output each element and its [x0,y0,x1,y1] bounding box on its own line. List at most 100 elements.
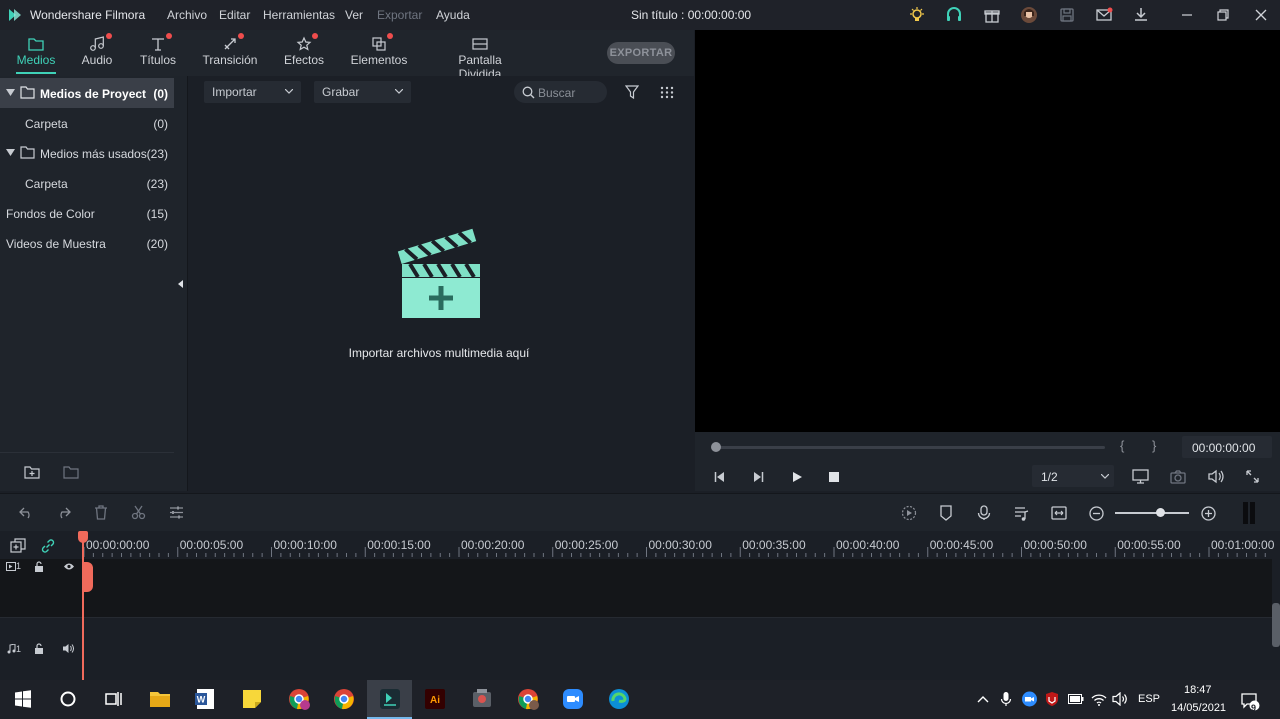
tab-transicion[interactable]: Transición [200,30,260,76]
clock-time[interactable]: 18:47 [1184,684,1212,696]
tab-titulos[interactable]: Títulos [137,30,179,76]
preview-scrubber[interactable] [712,446,1105,449]
clapperboard-add-icon[interactable] [396,228,484,320]
windows-start-icon[interactable] [11,687,35,711]
language-indicator[interactable]: ESP [1138,693,1160,705]
menu-ayuda[interactable]: Ayuda [436,8,470,22]
delete-icon[interactable] [94,505,108,520]
library-item-sample-videos[interactable]: Videos de Muestra (20) [0,228,174,258]
speaker-icon[interactable] [62,643,74,654]
fullscreen-icon[interactable] [1246,470,1259,483]
tab-efectos[interactable]: Efectos [280,30,328,76]
tab-medios[interactable]: Medios [11,30,61,76]
zoom-slider-handle[interactable] [1156,508,1165,517]
marker-icon[interactable] [939,505,953,521]
search-input[interactable]: Buscar [514,81,607,103]
avatar-icon[interactable] [1020,6,1038,24]
zoom-in-icon[interactable] [1201,506,1216,521]
video-track[interactable]: 1 [0,559,1272,617]
new-folder-icon[interactable] [24,465,40,479]
microphone-icon[interactable] [977,505,991,521]
minimize-icon[interactable] [1178,6,1196,24]
chrome-profile-icon[interactable] [287,687,311,711]
timeline-ruler[interactable]: 00:00:00:00 00:00:05:00 00:00:10:00 00:00:1… [0,531,1280,559]
menu-archivo[interactable]: Archivo [167,8,207,22]
lock-icon[interactable] [34,643,44,654]
gift-icon[interactable] [983,6,1001,24]
zoom-app-icon[interactable] [561,687,585,711]
wifi-icon[interactable] [1091,692,1107,706]
quality-select[interactable]: 1/2 [1032,465,1114,487]
adjust-icon[interactable] [169,505,184,520]
microphone-tray-icon[interactable] [1000,691,1012,707]
library-item-most-used[interactable]: Medios más usados (23) [0,138,174,168]
menu-ver[interactable]: Ver [345,8,363,22]
playhead-marker[interactable] [82,562,93,592]
menu-herramientas[interactable]: Herramientas [263,8,335,22]
volume-tray-icon[interactable] [1112,692,1128,706]
library-item-project-media[interactable]: Medios de Proyect (0) [0,78,174,108]
folder-outline-icon[interactable] [63,465,79,479]
scrollbar-thumb[interactable] [1272,603,1280,647]
filter-icon[interactable] [625,85,639,99]
library-item-carpeta[interactable]: Carpeta (0) [0,108,174,138]
zoom-slider[interactable] [1115,512,1189,514]
lock-icon[interactable] [34,561,44,572]
mcafee-icon[interactable] [1045,691,1059,707]
collapse-panel-icon[interactable] [177,280,185,288]
zoom-out-icon[interactable] [1089,506,1104,521]
export-button[interactable]: EXPORTAR [607,42,675,64]
menu-editar[interactable]: Editar [219,8,250,22]
volume-icon[interactable] [1208,469,1224,484]
clock-date[interactable]: 14/05/2021 [1171,702,1226,714]
search-circle-icon[interactable] [56,687,80,711]
menu-exportar[interactable]: Exportar [377,8,422,22]
import-dropdown[interactable]: Importar [204,81,301,103]
tab-pantalla-dividida[interactable]: Pantalla Dividida [436,30,524,81]
filmora-taskbar-icon[interactable] [378,687,402,711]
audio-track[interactable]: 1 [0,617,1272,680]
sticky-notes-icon[interactable] [240,687,264,711]
play-icon[interactable] [791,471,803,483]
fit-timeline-icon[interactable] [1051,506,1067,520]
caret-down-icon[interactable] [6,89,15,97]
mark-in-button[interactable]: { [1120,438,1124,453]
tab-elementos[interactable]: Elementos [349,30,409,76]
chrome-icon[interactable] [332,687,356,711]
scissors-icon[interactable] [131,505,146,520]
preview-viewer[interactable] [695,30,1280,432]
redo-icon[interactable] [56,506,71,519]
playhead-handle[interactable] [78,531,88,543]
undo-icon[interactable] [19,506,34,519]
playhead[interactable] [82,531,84,680]
library-item-carpeta[interactable]: Carpeta (23) [0,168,174,198]
restore-icon[interactable] [1214,6,1232,24]
render-preview-icon[interactable] [901,505,917,521]
headset-icon[interactable] [945,6,963,24]
caret-down-icon[interactable] [6,149,15,157]
eye-icon[interactable] [63,562,75,571]
chevron-up-icon[interactable] [977,694,989,704]
save-icon[interactable] [1058,6,1076,24]
chrome-user-icon[interactable] [516,687,540,711]
file-explorer-icon[interactable] [148,687,172,711]
previous-frame-icon[interactable] [714,471,726,483]
photo-app-icon[interactable] [470,687,494,711]
timeline-scrollbar[interactable] [1272,559,1280,680]
audio-mixer-icon[interactable] [1014,505,1029,521]
stop-icon[interactable] [829,472,839,482]
panel-toggle-icon[interactable] [1242,501,1256,525]
record-dropdown[interactable]: Grabar [314,81,411,103]
edge-icon[interactable] [607,687,631,711]
display-icon[interactable] [1132,469,1149,484]
tab-audio[interactable]: Audio [76,30,118,76]
mark-out-button[interactable]: } [1152,438,1156,453]
scrubber-handle[interactable] [711,442,721,452]
next-frame-icon[interactable] [752,471,764,483]
snapshot-icon[interactable] [1170,469,1186,484]
mail-icon[interactable] [1095,6,1113,24]
illustrator-icon[interactable]: Ai [423,687,447,711]
notifications-icon[interactable] [1240,691,1260,711]
zoom-tray-icon[interactable] [1021,691,1038,707]
grid-view-icon[interactable] [660,86,674,99]
